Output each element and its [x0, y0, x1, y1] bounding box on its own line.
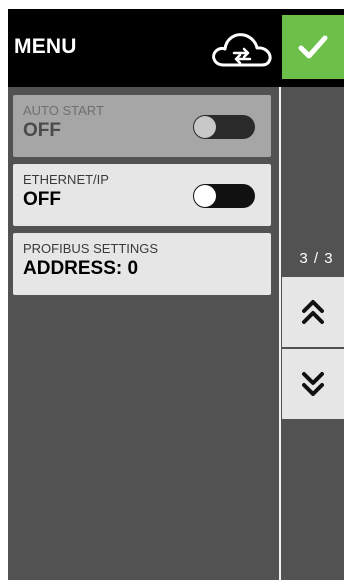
setting-ethernet-ip[interactable]: ETHERNET/IP OFF [13, 164, 271, 226]
toggle-knob [194, 116, 216, 138]
double-chevron-down-icon [302, 372, 324, 396]
setting-value: ADDRESS: 0 [23, 258, 139, 279]
setting-auto-start[interactable]: AUTO START OFF [13, 95, 271, 157]
page-up-button[interactable] [282, 277, 344, 347]
header-bar: MENU [8, 9, 344, 87]
checkmark-icon [298, 35, 328, 59]
double-chevron-up-icon [302, 300, 324, 324]
vertical-divider [279, 87, 281, 580]
cloud-sync-icon[interactable] [208, 25, 274, 69]
setting-label: PROFIBUS SETTINGS [23, 241, 159, 256]
toggle-knob [194, 185, 216, 207]
menu-screen: MENU AUTO START OFF ETHERNET/IP OFF PROF… [8, 9, 344, 580]
menu-title: MENU [14, 35, 77, 58]
auto-start-toggle[interactable] [193, 115, 255, 139]
confirm-button[interactable] [282, 15, 344, 79]
page-down-button[interactable] [282, 349, 344, 419]
setting-profibus[interactable]: PROFIBUS SETTINGS ADDRESS: 0 [13, 233, 271, 295]
page-indicator: 3 / 3 [299, 250, 334, 267]
ethernet-ip-toggle[interactable] [193, 184, 255, 208]
